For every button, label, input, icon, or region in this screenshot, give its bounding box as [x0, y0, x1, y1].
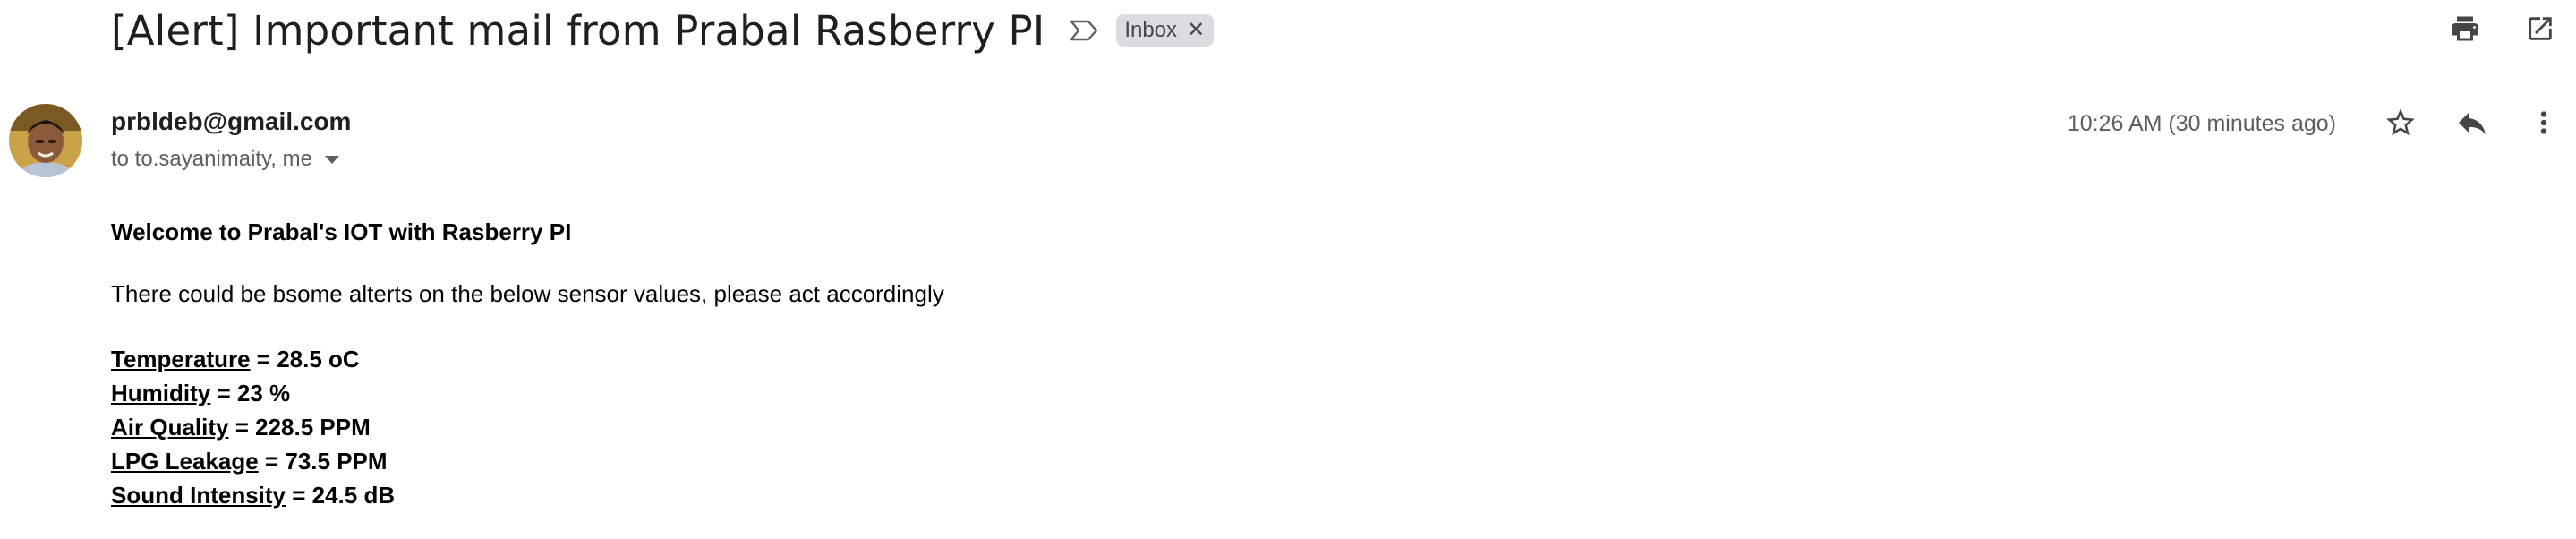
message-actions — [2381, 103, 2563, 142]
thread-actions — [2445, 9, 2560, 48]
reading-name: Air Quality — [111, 414, 229, 441]
reading-value: = 23 % — [210, 380, 291, 406]
email-subject: [Alert] Important mail from Prabal Rasbe… — [111, 6, 1045, 55]
importance-marker-icon[interactable] — [1066, 13, 1102, 48]
label-chip-inbox[interactable]: Inbox ✕ — [1116, 14, 1215, 47]
welcome-heading: Welcome to Prabal's IOT with Rasberry PI — [111, 218, 572, 245]
intro-text: There could be bsome alterts on the belo… — [111, 280, 944, 307]
close-icon[interactable]: ✕ — [1187, 20, 1205, 41]
reading-name: Humidity — [111, 380, 211, 406]
open-in-new-window-icon[interactable] — [2521, 9, 2560, 48]
reading-name: Sound Intensity — [111, 482, 286, 509]
reading-value: = 24.5 dB — [286, 482, 396, 509]
reading-sound-intensity: Sound Intensity = 24.5 dB — [111, 478, 944, 512]
star-icon[interactable] — [2381, 103, 2420, 142]
reading-value: = 73.5 PPM — [258, 448, 388, 475]
caret-down-icon[interactable] — [324, 155, 339, 164]
reading-name: Temperature — [111, 346, 251, 372]
recipients-text: to to.sayanimaity, me — [111, 147, 312, 171]
reading-name: LPG Leakage — [111, 448, 259, 475]
sender-email[interactable]: prbldeb@gmail.com — [111, 107, 351, 136]
subject-row: [Alert] Important mail from Prabal Rasbe… — [111, 0, 1215, 61]
reading-value: = 28.5 oC — [250, 346, 360, 372]
message-timestamp: 10:26 AM (30 minutes ago) — [2067, 111, 2336, 136]
more-vertical-icon[interactable] — [2524, 103, 2563, 142]
label-chip-text: Inbox — [1124, 18, 1178, 42]
sensor-readings: Temperature = 28.5 oC Humidity = 23 % Ai… — [111, 342, 944, 512]
reading-air-quality: Air Quality = 228.5 PPM — [111, 410, 944, 444]
recipients-summary[interactable]: to to.sayanimaity, me — [111, 147, 339, 172]
reading-value: = 228.5 PPM — [228, 414, 371, 441]
message-body: Welcome to Prabal's IOT with Rasberry PI… — [111, 218, 944, 512]
reply-icon[interactable] — [2452, 103, 2492, 142]
avatar[interactable] — [9, 104, 82, 177]
reading-humidity: Humidity = 23 % — [111, 376, 944, 410]
reading-temperature: Temperature = 28.5 oC — [111, 342, 944, 376]
print-icon[interactable] — [2445, 9, 2485, 48]
reading-lpg-leakage: LPG Leakage = 73.5 PPM — [111, 444, 944, 478]
